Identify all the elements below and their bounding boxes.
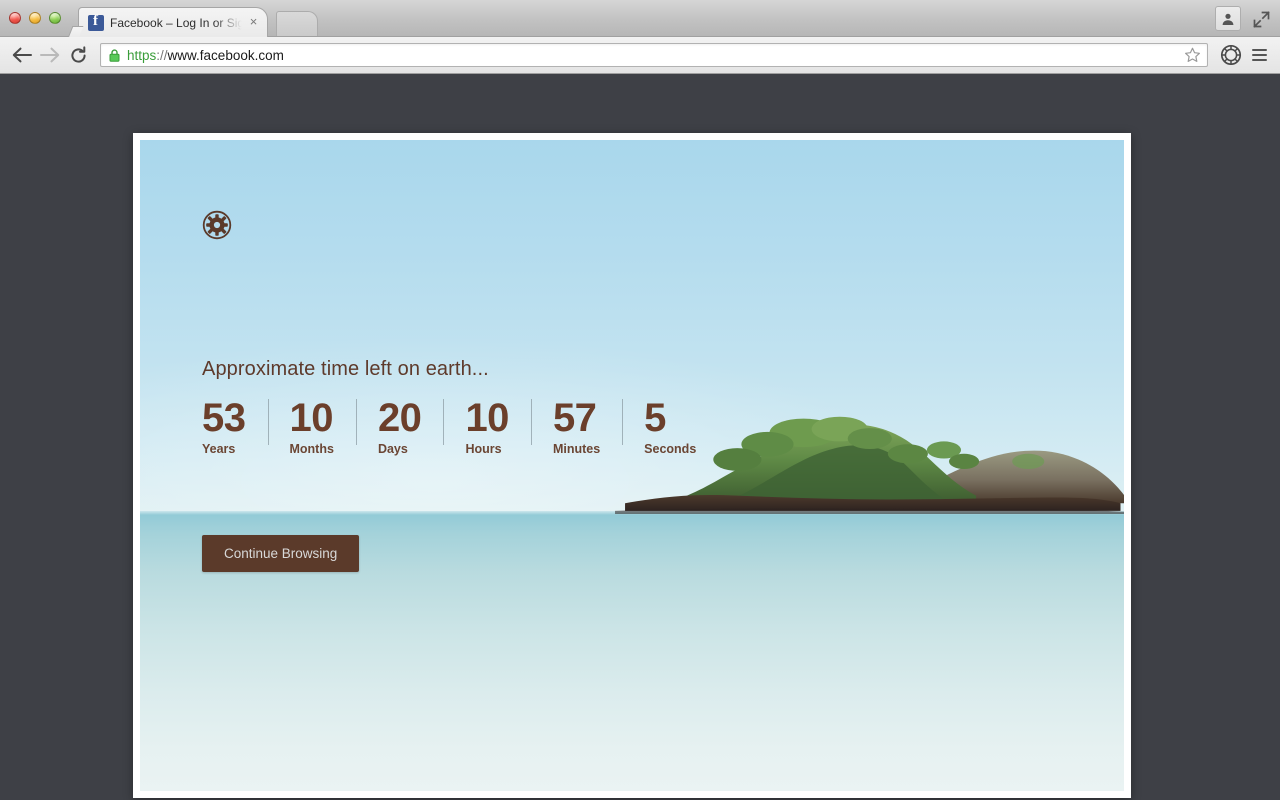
hamburger-menu-icon xyxy=(1251,54,1267,56)
extension-button[interactable] xyxy=(1218,42,1244,68)
countdown-label: Years xyxy=(202,442,236,456)
zoom-window-button[interactable] xyxy=(49,12,61,24)
countdown-unit-seconds: 5 Seconds xyxy=(622,396,718,456)
hamburger-menu-icon xyxy=(1251,49,1267,51)
countdown-value: 10 xyxy=(289,396,334,440)
hero-content: Approximate time left on earth... 53 Yea… xyxy=(202,140,822,791)
url-host: www.facebook.com xyxy=(167,47,284,63)
person-icon xyxy=(1222,13,1234,25)
countdown-value: 57 xyxy=(552,396,597,440)
chrome-menu-button[interactable] xyxy=(1246,42,1272,68)
back-arrow-icon xyxy=(12,47,32,63)
minimize-window-button[interactable] xyxy=(29,12,41,24)
address-bar[interactable]: https://www.facebook.com xyxy=(100,43,1208,67)
countdown-label: Minutes xyxy=(552,442,601,456)
url-scheme: https xyxy=(127,47,157,63)
reload-button[interactable] xyxy=(64,41,92,69)
browser-tab-facebook[interactable]: Facebook – Log In or Sign × xyxy=(78,7,268,37)
window-controls xyxy=(9,12,61,24)
countdown-unit-years: 53 Years xyxy=(202,396,268,456)
forward-arrow-icon xyxy=(40,47,60,63)
fullscreen-arrows-icon xyxy=(1252,10,1270,28)
countdown-unit-minutes: 57 Minutes xyxy=(530,396,622,456)
countdown-unit-months: 10 Months xyxy=(267,396,356,456)
facebook-favicon xyxy=(88,14,104,31)
page-headline: Approximate time left on earth... xyxy=(202,358,489,380)
url-text: https://www.facebook.com xyxy=(127,48,1184,63)
countdown-unit-days: 20 Days xyxy=(355,396,444,456)
fullscreen-button[interactable] xyxy=(1250,8,1272,30)
reload-icon xyxy=(70,45,86,63)
countdown-label: Months xyxy=(289,442,334,456)
padlock-icon xyxy=(109,48,120,62)
continue-browsing-button[interactable]: Continue Browsing xyxy=(202,535,360,572)
tab-title: Facebook – Log In or Sign xyxy=(110,15,246,30)
page-frame: Approximate time left on earth... 53 Yea… xyxy=(133,133,1131,798)
browser-toolbar: https://www.facebook.com xyxy=(0,37,1280,74)
close-tab-button[interactable]: × xyxy=(246,14,261,30)
countdown-label: Days xyxy=(377,442,408,456)
bookmark-star-icon[interactable] xyxy=(1184,47,1201,64)
countdown-value: 20 xyxy=(377,396,422,440)
extension-dial-icon xyxy=(1220,44,1242,66)
new-tab-button[interactable] xyxy=(276,11,318,36)
countdown-unit-hours: 10 Hours xyxy=(443,396,531,456)
back-button[interactable] xyxy=(8,41,36,69)
hamburger-menu-icon xyxy=(1251,59,1267,61)
countdown-value: 53 xyxy=(202,396,246,440)
tab-strip: Facebook – Log In or Sign × xyxy=(0,0,1280,37)
forward-button[interactable] xyxy=(36,41,64,69)
browser-window: Facebook – Log In or Sign × xyxy=(0,0,1280,800)
countdown-label: Seconds xyxy=(644,442,697,456)
page-viewport: Approximate time left on earth... 53 Yea… xyxy=(0,75,1280,800)
countdown-value: 5 xyxy=(644,396,666,440)
countdown-timer: 53 Years 10 Months 20 Days 10 Hours 57 M… xyxy=(202,396,718,456)
countdown-label: Hours xyxy=(465,442,502,456)
gear-logo-icon[interactable] xyxy=(202,210,232,240)
url-separator: :// xyxy=(156,47,168,63)
island-background-image: Approximate time left on earth... 53 Yea… xyxy=(140,140,1124,791)
close-window-button[interactable] xyxy=(9,12,21,24)
countdown-value: 10 xyxy=(465,396,509,440)
profile-button[interactable] xyxy=(1215,6,1241,31)
